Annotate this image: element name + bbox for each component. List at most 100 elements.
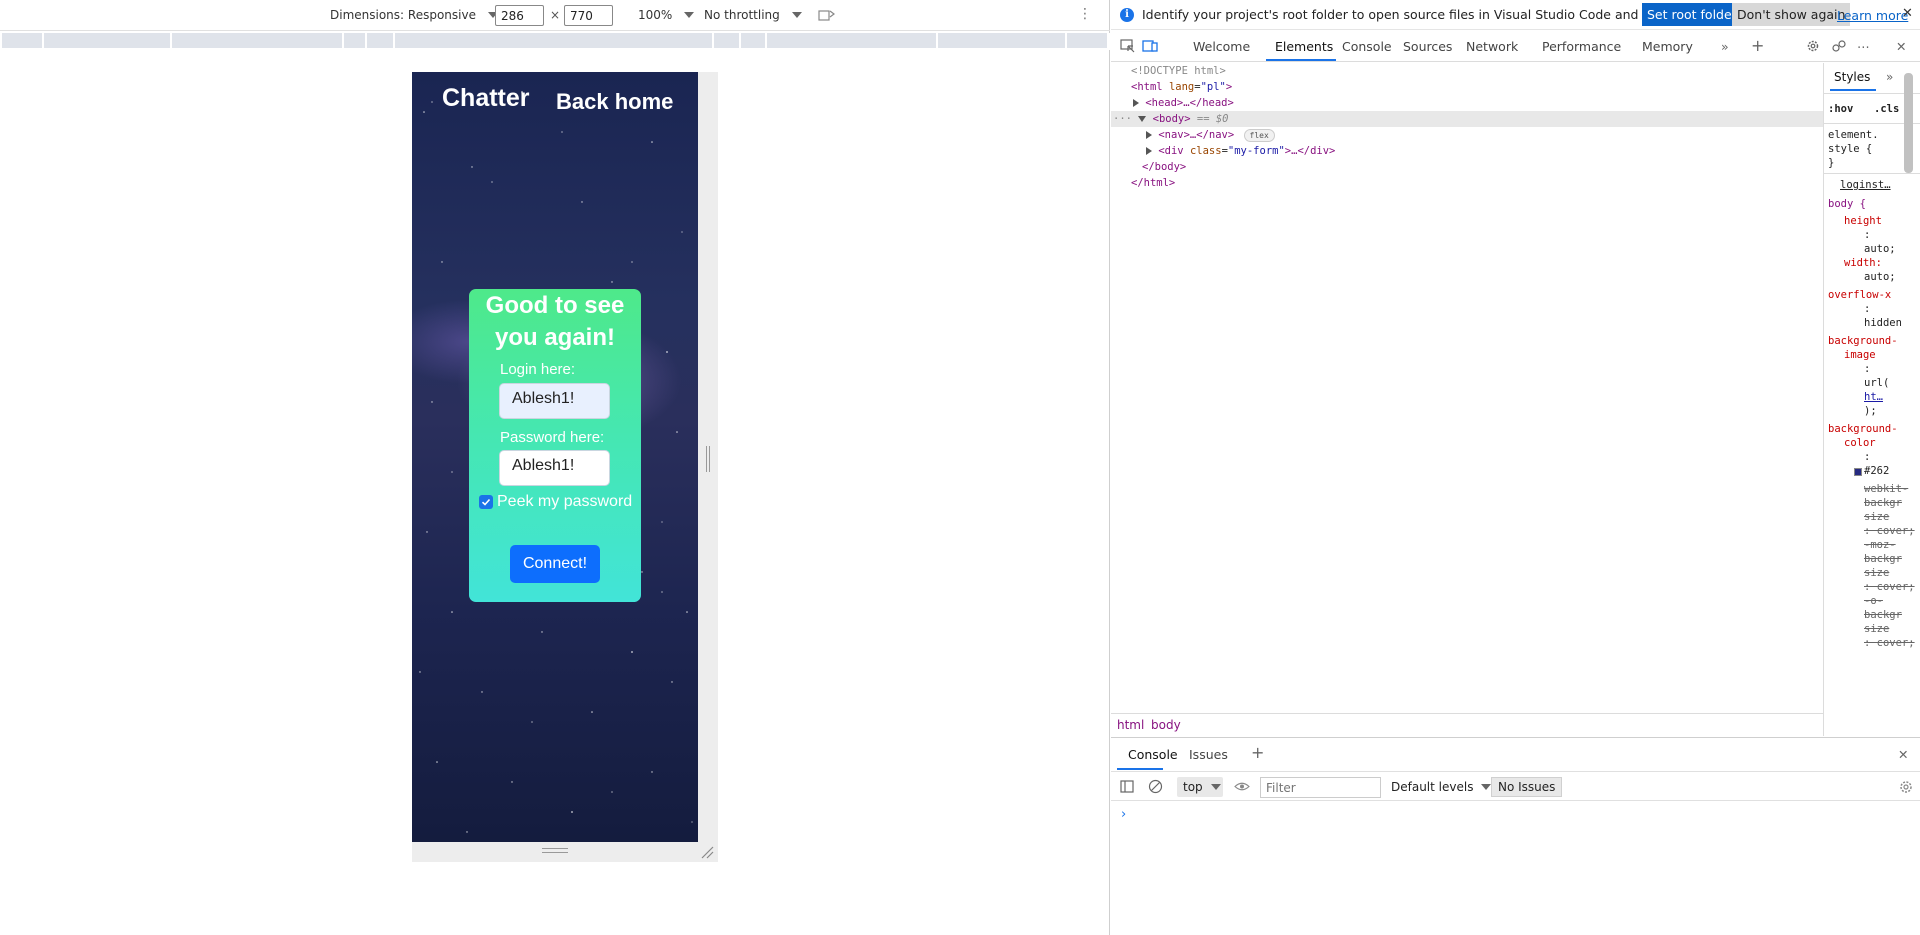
tab-styles[interactable]: Styles [1834, 70, 1870, 84]
dom-node-body[interactable]: ··· <body> == $0 [1111, 111, 1823, 127]
expand-triangle-icon[interactable] [1146, 147, 1152, 155]
drawer-tab-console[interactable]: Console [1128, 747, 1178, 762]
close-devtools-icon[interactable]: ✕ [1896, 39, 1906, 54]
dom-node-doctype[interactable]: <!DOCTYPE html> [1111, 63, 1823, 79]
dont-show-again-button[interactable]: Don't show again [1732, 3, 1851, 26]
close-drawer-icon[interactable]: ✕ [1898, 747, 1908, 762]
more-panes-icon[interactable]: » [1886, 70, 1893, 84]
rotate-icon[interactable] [818, 8, 836, 22]
breadcrumb-html[interactable]: html [1117, 718, 1144, 732]
tab-sources[interactable]: Sources [1403, 39, 1452, 54]
filter-input[interactable] [1260, 777, 1381, 798]
media-query-ruler[interactable] [0, 33, 1110, 50]
body-open-tag: <body> [1152, 113, 1191, 125]
dom-node-nav[interactable]: <nav>…</nav> flex [1111, 127, 1823, 143]
tab-network[interactable]: Network [1466, 39, 1518, 54]
times-sign: × [550, 8, 561, 22]
element-style-line-2: style { [1828, 143, 1873, 155]
close-icon[interactable]: ✕ [1902, 6, 1913, 21]
learn-more-link[interactable]: Learn more [1837, 8, 1908, 23]
resize-corner-icon[interactable] [700, 845, 714, 859]
login-input[interactable]: Ablesh1! [499, 383, 610, 419]
device-viewport: Chatter Back home Good to see you again!… [412, 72, 698, 842]
vertical-grip-icon[interactable] [706, 446, 710, 472]
console-prompt[interactable]: › [1121, 807, 1126, 822]
more-options-icon[interactable]: ⋮ [1078, 6, 1093, 22]
issues-badge[interactable]: No Issues [1491, 777, 1563, 797]
style-declaration-line: color [1844, 437, 1876, 449]
dimensions-dropdown[interactable]: Dimensions: Responsive [330, 8, 498, 22]
color-swatch[interactable] [1854, 468, 1862, 476]
style-declaration-line: : cover; [1864, 637, 1915, 649]
dom-node-html-close[interactable]: </html> [1111, 175, 1823, 191]
tab-performance[interactable]: Performance [1542, 39, 1621, 54]
style-declaration-line: size [1864, 511, 1890, 523]
devtools-panel: i Identify your project's root folder to… [1111, 0, 1920, 935]
style-declaration-line: webkit- [1864, 483, 1909, 495]
hover-state-toggle[interactable]: :hov [1828, 103, 1853, 115]
context-value: top [1183, 780, 1203, 794]
peek-password-toggle[interactable]: Peek my password [479, 493, 632, 511]
screen: Dimensions: Responsive × 100% No throttl… [0, 0, 1920, 935]
expand-triangle-icon[interactable] [1133, 99, 1139, 107]
sidebar-toggle-icon[interactable] [1120, 780, 1134, 793]
console-drawer: Console Issues + ✕ top Filter Default le… [1111, 737, 1920, 935]
breadcrumb-body[interactable]: body [1151, 718, 1181, 732]
chevron-down-icon [1481, 784, 1492, 790]
context-select[interactable]: top [1177, 777, 1223, 797]
connect-button[interactable]: Connect! [510, 545, 600, 583]
back-home-link[interactable]: Back home [556, 89, 673, 115]
node-actions-icon[interactable]: ··· [1111, 113, 1132, 125]
gear-icon[interactable] [1805, 39, 1821, 53]
peek-password-checkbox[interactable] [479, 495, 493, 509]
style-declaration-line: url( [1864, 377, 1890, 389]
console-settings-gear-icon[interactable] [1898, 779, 1914, 795]
chevron-down-icon [791, 12, 802, 18]
style-declaration-line: : cover; [1864, 581, 1915, 593]
tab-welcome[interactable]: Welcome [1193, 39, 1250, 54]
dom-node-head[interactable]: <head>…</head> [1111, 95, 1823, 111]
zoom-dropdown[interactable]: 100% [638, 8, 695, 22]
brand-link[interactable]: Chatter [442, 84, 530, 113]
height-input[interactable] [564, 5, 613, 26]
flex-badge[interactable]: flex [1243, 128, 1275, 142]
throttling-dropdown[interactable]: No throttling [704, 8, 802, 22]
customize-menu-icon[interactable]: ⋯ [1857, 39, 1871, 54]
nav-tag: <nav>…</nav> [1158, 129, 1235, 141]
stylesheet-source-link[interactable]: loginst… [1840, 179, 1891, 191]
drawer-tab-issues[interactable]: Issues [1189, 747, 1228, 762]
style-declaration-line: hidden [1864, 317, 1902, 329]
clear-console-icon[interactable] [1148, 779, 1163, 794]
device-toolbar-icon[interactable] [1142, 39, 1158, 53]
style-declaration-line: -moz- [1864, 539, 1896, 551]
login-form: Good to see you again! Login here: Ables… [469, 289, 641, 602]
more-tabs-icon[interactable]: » [1721, 39, 1729, 54]
tab-console[interactable]: Console [1342, 39, 1392, 54]
log-levels-dropdown[interactable]: Default levels [1391, 780, 1492, 794]
add-tab-icon[interactable]: + [1751, 36, 1764, 55]
collapse-triangle-icon[interactable] [1138, 116, 1147, 122]
throttling-label: No throttling [704, 8, 780, 22]
tab-elements[interactable]: Elements [1275, 39, 1333, 54]
dom-node-html[interactable]: <html lang="pl"> [1111, 79, 1823, 95]
dom-node-my-form[interactable]: <div class="my-form">…</div> [1111, 143, 1823, 159]
inspect-element-icon[interactable] [1120, 39, 1136, 53]
connect-devices-icon[interactable] [1831, 39, 1847, 53]
style-declaration-line: backgr [1864, 609, 1902, 621]
eye-icon[interactable] [1234, 781, 1250, 792]
password-input[interactable]: Ablesh1! [499, 450, 610, 486]
styles-tab-indicator [1830, 89, 1876, 91]
dom-node-body-close[interactable]: </body> [1111, 159, 1823, 175]
styles-scrollbar[interactable] [1904, 73, 1913, 173]
tab-memory[interactable]: Memory [1642, 39, 1693, 54]
body-selector: body { [1828, 198, 1866, 210]
div-rest: >…</div> [1284, 145, 1336, 157]
set-root-folder-button[interactable]: Set root folder [1642, 3, 1742, 26]
add-drawer-tab-icon[interactable]: + [1251, 743, 1264, 762]
style-declaration-line: height [1844, 215, 1882, 227]
peek-password-label: Peek my password [497, 493, 633, 510]
class-toggle[interactable]: .cls [1874, 103, 1899, 115]
horizontal-grip-icon[interactable] [542, 848, 568, 853]
expand-triangle-icon[interactable] [1146, 131, 1152, 139]
width-input[interactable] [495, 5, 544, 26]
